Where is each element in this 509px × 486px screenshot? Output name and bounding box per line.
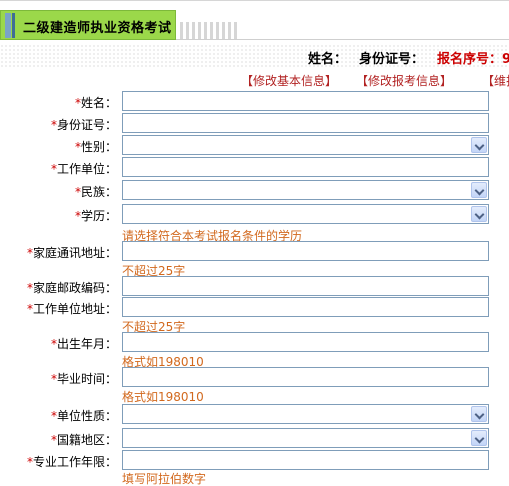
nationality-select[interactable] bbox=[122, 428, 489, 448]
info-id-label: 身份证号： bbox=[359, 52, 425, 67]
nationality-label: *国籍地区： bbox=[50, 433, 117, 447]
chevron-down-icon[interactable] bbox=[471, 430, 487, 446]
employer-input[interactable] bbox=[122, 157, 489, 177]
chevron-down-icon[interactable] bbox=[471, 182, 487, 198]
id-number-label: *身份证号： bbox=[50, 118, 117, 132]
birth-date-input[interactable] bbox=[122, 332, 489, 352]
tab-stripe bbox=[12, 13, 15, 38]
work-years-label: *专业工作年限： bbox=[26, 455, 117, 469]
edit-exam-info-link[interactable]: 【修改报考信息】 bbox=[356, 72, 452, 89]
tab-stripe bbox=[5, 13, 11, 38]
employer-type-select[interactable] bbox=[122, 404, 489, 424]
tab-divider bbox=[176, 39, 509, 40]
id-number-input[interactable] bbox=[122, 113, 489, 133]
ethnicity-select[interactable] bbox=[122, 180, 489, 200]
home-address-label: *家庭通讯地址： bbox=[26, 246, 117, 260]
page-title: 二级建造师执业资格考试 bbox=[23, 21, 172, 36]
tab-fade-decoration bbox=[180, 22, 240, 40]
chevron-down-icon[interactable] bbox=[471, 406, 487, 422]
chevron-down-icon[interactable] bbox=[471, 137, 487, 153]
gender-select[interactable] bbox=[122, 135, 489, 155]
applicant-info-bar bbox=[0, 44, 509, 69]
home-address-input[interactable] bbox=[122, 241, 489, 261]
employer-type-label: *单位性质： bbox=[50, 409, 117, 423]
chevron-down-icon[interactable] bbox=[471, 206, 487, 222]
education-label: *学历： bbox=[74, 209, 117, 223]
postal-code-label: *家庭邮政编码： bbox=[26, 281, 117, 295]
name-input[interactable] bbox=[122, 91, 489, 111]
postal-code-input[interactable] bbox=[122, 276, 489, 296]
info-reg-label: 报名序号：9 bbox=[437, 52, 509, 67]
gender-label: *性别： bbox=[74, 140, 117, 154]
birth-date-label: *出生年月： bbox=[50, 337, 117, 351]
graduation-date-hint: 格式如198010 bbox=[122, 390, 204, 404]
name-label: *姓名： bbox=[74, 96, 117, 110]
maintain-link[interactable]: 【维护 bbox=[482, 72, 509, 89]
edit-basic-info-link[interactable]: 【修改基本信息】 bbox=[241, 72, 337, 89]
employer-address-input[interactable] bbox=[122, 297, 489, 317]
graduation-date-label: *毕业时间： bbox=[50, 372, 117, 386]
education-select[interactable] bbox=[122, 204, 489, 224]
section-tab: 二级建造师执业资格考试 bbox=[0, 10, 176, 40]
graduation-date-input[interactable] bbox=[122, 367, 489, 387]
info-name-label: 姓名： bbox=[308, 52, 348, 67]
work-years-input[interactable] bbox=[122, 450, 489, 470]
employer-label: *工作单位： bbox=[50, 162, 117, 176]
work-years-hint: 填写阿拉伯数字 bbox=[122, 472, 207, 486]
ethnicity-label: *民族： bbox=[74, 185, 117, 199]
top-border bbox=[0, 0, 509, 4]
employer-address-label: *工作单位地址： bbox=[26, 302, 117, 316]
